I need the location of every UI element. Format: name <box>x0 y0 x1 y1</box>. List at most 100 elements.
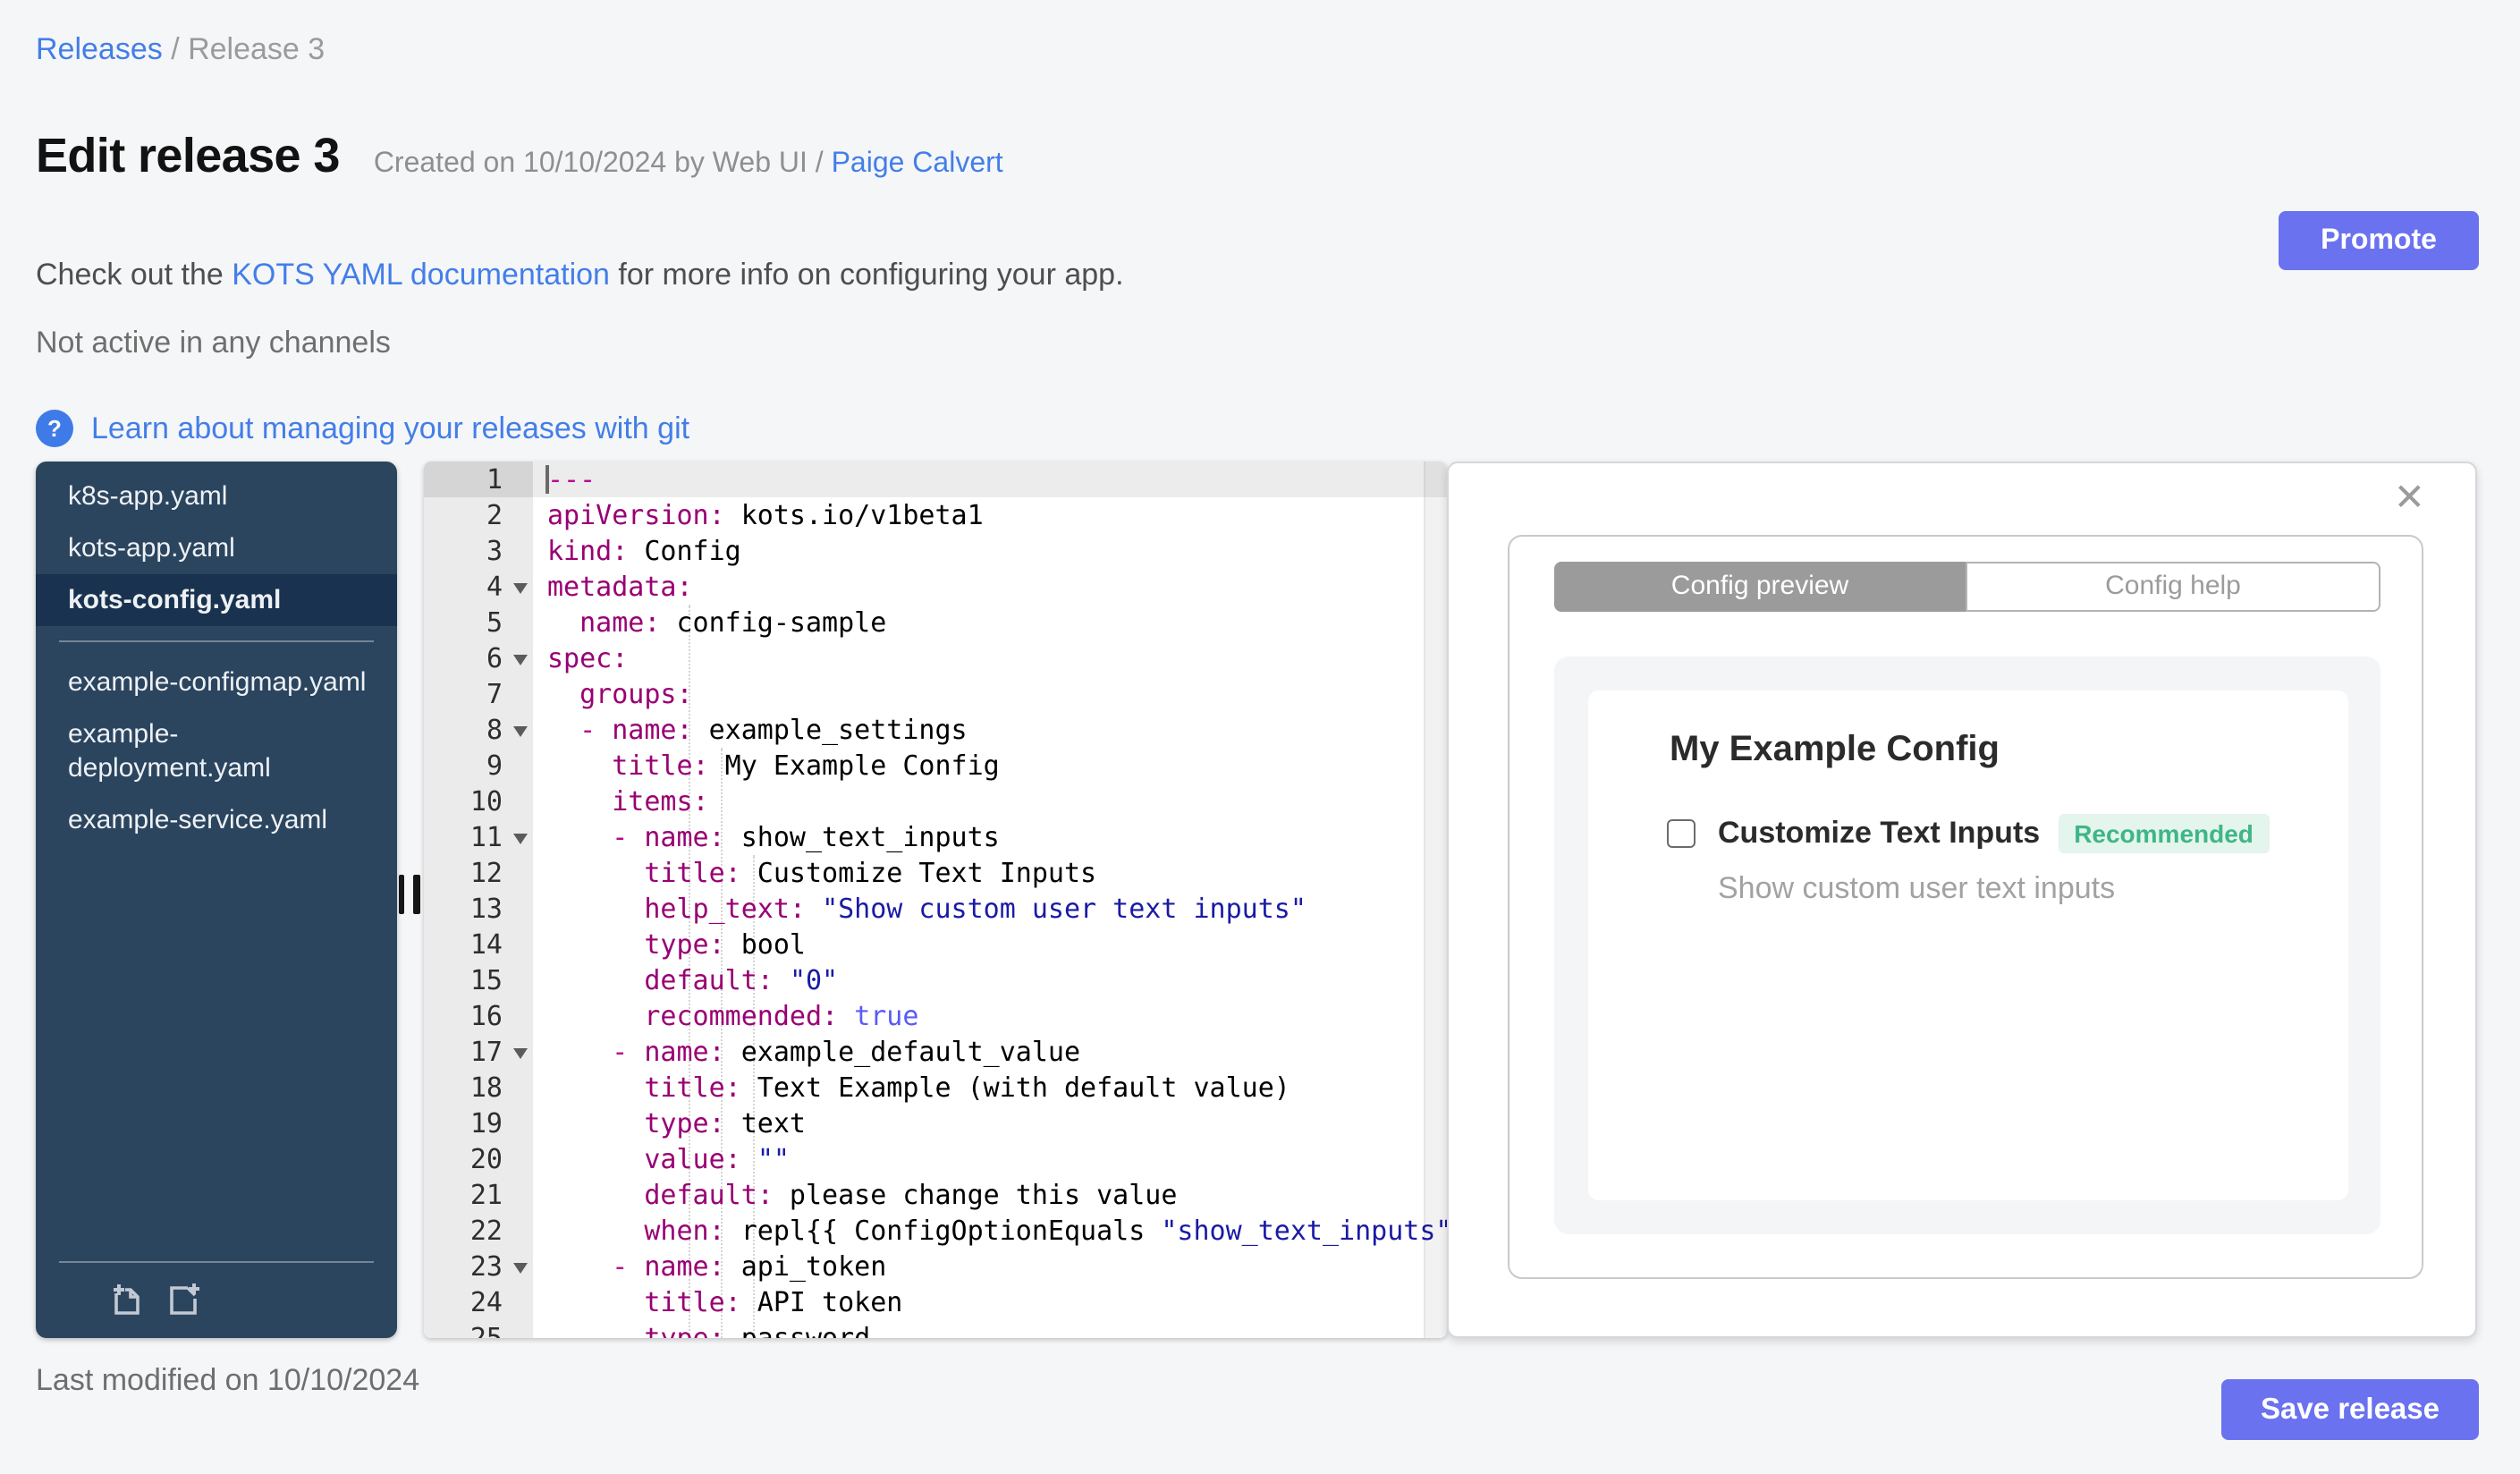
fold-arrow-icon[interactable] <box>513 726 528 737</box>
yaml-editor[interactable]: 1234567891011121314151617181920212223242… <box>424 462 1446 1337</box>
code-line[interactable]: kind: Config <box>533 533 1446 569</box>
code-line[interactable]: apiVersion: kots.io/v1beta1 <box>533 497 1446 533</box>
code-line[interactable]: - name: api_token <box>533 1249 1446 1284</box>
file-item[interactable]: example-configmap.yaml <box>36 657 396 708</box>
gutter-line-number[interactable]: 19 <box>424 1106 533 1141</box>
gutter-line-number[interactable]: 6 <box>424 640 533 676</box>
code-line[interactable]: - name: example_default_value <box>533 1034 1446 1070</box>
code-line[interactable]: title: My Example Config <box>533 748 1446 784</box>
gutter-line-number[interactable]: 2 <box>424 497 533 533</box>
gutter-line-number[interactable]: 16 <box>424 998 533 1034</box>
gutter-line-number[interactable]: 17 <box>424 1034 533 1070</box>
editor-gutter: 1234567891011121314151617181920212223242… <box>424 462 533 1337</box>
code-line[interactable]: title: Text Example (with default value) <box>533 1070 1446 1106</box>
upload-file-icon[interactable] <box>109 1280 145 1316</box>
gutter-line-number[interactable]: 9 <box>424 748 533 784</box>
gutter-line-number[interactable]: 3 <box>424 533 533 569</box>
code-line[interactable]: metadata: <box>533 569 1446 605</box>
code-line[interactable]: items: <box>533 784 1446 819</box>
file-item[interactable]: kots-app.yaml <box>36 522 396 574</box>
git-line: ? Learn about managing your releases wit… <box>36 410 689 447</box>
gutter-line-number[interactable]: 13 <box>424 891 533 927</box>
gutter-line-number[interactable]: 5 <box>424 605 533 640</box>
created-meta: Created on 10/10/2024 by Web UI / Paige … <box>374 148 1003 181</box>
file-item[interactable]: k8s-app.yaml <box>36 470 396 522</box>
code-line[interactable]: default: please change this value <box>533 1177 1446 1213</box>
gutter-line-number[interactable]: 15 <box>424 962 533 998</box>
gutter-line-number[interactable]: 10 <box>424 784 533 819</box>
recommended-badge: Recommended <box>2058 814 2270 853</box>
gutter-line-number[interactable]: 4 <box>424 569 533 605</box>
gutter-line-number[interactable]: 14 <box>424 927 533 962</box>
fold-arrow-icon[interactable] <box>513 655 528 665</box>
gutter-line-number[interactable]: 1 <box>424 462 533 497</box>
code-line[interactable]: type: text <box>533 1106 1446 1141</box>
sidebar-resize-handle[interactable] <box>398 875 419 914</box>
sidebar-bottom <box>36 1260 396 1337</box>
close-icon[interactable]: ✕ <box>2394 479 2425 517</box>
save-release-button[interactable]: Save release <box>2221 1379 2479 1440</box>
title-row: Edit release 3 Created on 10/10/2024 by … <box>36 129 1003 184</box>
resize-bar <box>413 875 419 914</box>
file-item[interactable]: example-deployment.yaml <box>36 708 396 794</box>
code-line[interactable]: type: bool <box>533 927 1446 962</box>
code-line[interactable]: --- <box>533 462 1446 497</box>
promote-button[interactable]: Promote <box>2279 211 2479 270</box>
tab-config-preview[interactable]: Config preview <box>1554 561 1966 611</box>
help-icon[interactable]: ? <box>36 410 73 447</box>
editor-code[interactable]: --- apiVersion: kots.io/v1beta1 kind: Conf… <box>533 462 1446 1337</box>
config-form: My Example Config Customize Text Inputs … <box>1587 690 2347 1200</box>
fold-arrow-icon[interactable] <box>513 1263 528 1274</box>
customize-text-inputs-checkbox[interactable] <box>1666 819 1695 848</box>
channel-status: Not active in any channels <box>36 326 391 360</box>
gutter-line-number[interactable]: 24 <box>424 1284 533 1320</box>
gutter-line-number[interactable]: 21 <box>424 1177 533 1213</box>
author-link[interactable]: Paige Calvert <box>832 148 1003 179</box>
editor-scrollbar[interactable] <box>1423 462 1446 1337</box>
gutter-line-number[interactable]: 25 <box>424 1320 533 1337</box>
breadcrumb-releases-link[interactable]: Releases <box>36 32 163 66</box>
code-line[interactable]: - name: show_text_inputs <box>533 819 1446 855</box>
text-cursor <box>545 465 549 494</box>
code-line[interactable]: help_text: "Show custom user text inputs… <box>533 891 1446 927</box>
gutter-line-number[interactable]: 20 <box>424 1141 533 1177</box>
doc-line-suffix: for more info on configuring your app. <box>609 258 1124 292</box>
code-line[interactable]: title: Customize Text Inputs <box>533 855 1446 891</box>
preview-tab-bar: Config preview Config help <box>1554 561 2380 611</box>
new-file-icon[interactable] <box>166 1280 202 1316</box>
fold-arrow-icon[interactable] <box>513 583 528 594</box>
last-modified-text: Last modified on 10/10/2024 <box>36 1363 420 1397</box>
gutter-line-number[interactable]: 18 <box>424 1070 533 1106</box>
tab-config-help[interactable]: Config help <box>1966 561 2380 611</box>
code-line[interactable]: recommended: true <box>533 998 1446 1034</box>
code-line[interactable]: when: repl{{ ConfigOptionEquals "show_te… <box>533 1213 1446 1249</box>
breadcrumb: Releases / Release 3 <box>36 32 325 68</box>
config-item-label: Customize Text Inputs <box>1718 816 2041 850</box>
file-item[interactable]: example-service.yaml <box>36 794 396 846</box>
gutter-line-number[interactable]: 12 <box>424 855 533 891</box>
code-line[interactable]: - name: example_settings <box>533 712 1446 748</box>
kots-yaml-doc-link[interactable]: KOTS YAML documentation <box>232 258 610 292</box>
git-releases-link[interactable]: Learn about managing your releases with … <box>91 411 689 446</box>
breadcrumb-current: Release 3 <box>188 32 326 66</box>
file-tree-sidebar: k8s-app.yaml kots-app.yaml kots-config.yam… <box>36 462 396 1337</box>
code-line[interactable]: value: "" <box>533 1141 1446 1177</box>
resize-bar <box>398 875 404 914</box>
file-item[interactable]: kots-config.yaml <box>36 574 396 626</box>
gutter-line-number[interactable]: 7 <box>424 676 533 712</box>
fold-arrow-icon[interactable] <box>513 1048 528 1059</box>
code-line[interactable]: title: API token <box>533 1284 1446 1320</box>
code-line[interactable]: spec: <box>533 640 1446 676</box>
gutter-line-number[interactable]: 23 <box>424 1249 533 1284</box>
gutter-line-number[interactable]: 11 <box>424 819 533 855</box>
gutter-line-number[interactable]: 8 <box>424 712 533 748</box>
code-lines: --- apiVersion: kots.io/v1beta1 kind: Conf… <box>533 462 1446 1337</box>
preview-card: Config preview Config help My Example Co… <box>1508 535 2423 1279</box>
code-line[interactable]: groups: <box>533 676 1446 712</box>
code-line[interactable]: type: password <box>533 1320 1446 1337</box>
code-line[interactable]: name: config-sample <box>533 605 1446 640</box>
gutter-line-number[interactable]: 22 <box>424 1213 533 1249</box>
code-line[interactable]: default: "0" <box>533 962 1446 998</box>
preview-body: My Example Config Customize Text Inputs … <box>1554 657 2380 1234</box>
fold-arrow-icon[interactable] <box>513 834 528 844</box>
